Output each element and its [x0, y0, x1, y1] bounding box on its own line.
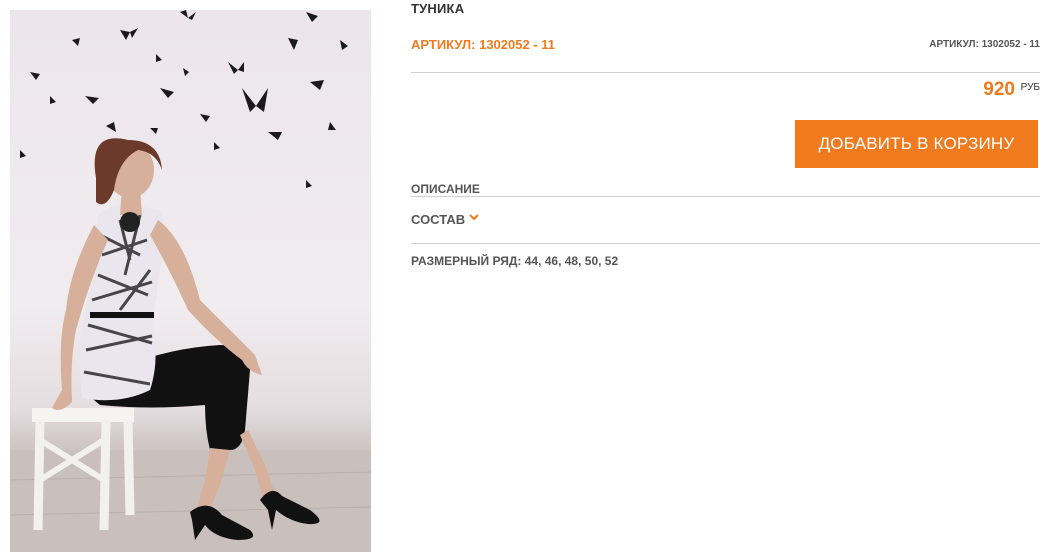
product-title: ТУНИКА [411, 1, 465, 16]
divider [411, 72, 1040, 73]
product-sku-secondary: АРТИКУЛ: 1302052 - 11 [929, 39, 1040, 50]
butterfly-decor [20, 10, 348, 188]
divider [411, 196, 1040, 197]
add-to-cart-button[interactable]: ДОБАВИТЬ В КОРЗИНУ [795, 120, 1038, 168]
chevron-down-icon [469, 213, 479, 224]
product-price: 920 [983, 79, 1015, 100]
description-tab[interactable]: ОПИСАНИЕ [411, 182, 480, 196]
price-currency: РУБ [1020, 82, 1040, 93]
photo-illustration [10, 10, 371, 552]
composition-label: СОСТАВ [411, 212, 466, 227]
divider [411, 243, 1040, 244]
product-sku: АРТИКУЛ: 1302052 - 11 [411, 37, 555, 52]
composition-toggle[interactable]: СОСТАВ [411, 212, 479, 227]
product-photo[interactable] [10, 10, 371, 552]
size-range: РАЗМЕРНЫЙ РЯД: 44, 46, 48, 50, 52 [411, 254, 619, 268]
